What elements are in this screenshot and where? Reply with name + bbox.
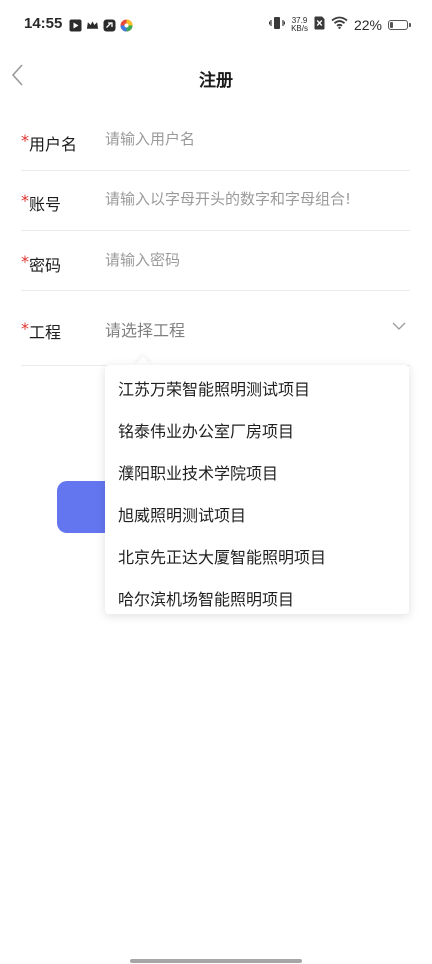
notification-icons: [69, 17, 133, 33]
vibrate-icon: [268, 16, 286, 35]
account-label: *账号: [21, 191, 62, 214]
battery-percent: 22%: [353, 17, 382, 33]
account-row: *账号: [21, 171, 410, 231]
dropdown-option[interactable]: 濮阳职业技术学院项目: [118, 456, 401, 492]
required-mark: *: [21, 131, 29, 150]
account-input[interactable]: [105, 190, 405, 208]
network-speed-unit: KB/s: [291, 24, 308, 33]
dropdown-option[interactable]: 江苏万荣智能照明测试项目: [118, 372, 401, 408]
project-label: *工程: [21, 319, 62, 342]
username-input[interactable]: [105, 130, 405, 148]
pinwheel-app-icon: [120, 19, 133, 32]
required-mark: *: [21, 191, 29, 210]
chevron-down-icon: [392, 322, 406, 330]
nav-bar: 注册: [0, 52, 432, 100]
dropdown-option[interactable]: 旭威照明测试项目: [118, 498, 401, 534]
network-speed: 37.9 KB/s: [291, 17, 308, 33]
project-select[interactable]: 请选择工程: [105, 313, 410, 343]
battery-level: [390, 22, 393, 28]
project-dropdown: 江苏万荣智能照明测试项目 铭泰伟业办公室厂房项目 濮阳职业技术学院项目 旭威照明…: [105, 365, 409, 614]
video-app-icon: [69, 19, 82, 32]
home-indicator[interactable]: [130, 959, 302, 963]
link-app-icon: [103, 19, 116, 32]
dropdown-option[interactable]: 北京先正达大厦智能照明项目: [118, 540, 401, 576]
required-mark: *: [21, 319, 29, 338]
status-bar: 14:55 37.9 KB/s 22%: [0, 0, 432, 52]
project-row: *工程 请选择工程: [21, 291, 410, 366]
password-row: *密码: [21, 231, 410, 291]
password-input[interactable]: [105, 251, 405, 269]
system-status: 37.9 KB/s 22%: [268, 14, 411, 36]
dropdown-option[interactable]: 铭泰伟业办公室厂房项目: [118, 414, 401, 450]
crown-app-icon: [86, 19, 99, 32]
username-label: *用户名: [21, 131, 78, 154]
status-time: 14:55: [24, 15, 63, 32]
page-title: 注册: [199, 71, 233, 91]
wifi-icon: [331, 16, 348, 34]
project-select-placeholder: 请选择工程: [105, 321, 186, 340]
battery-icon: [388, 20, 411, 30]
sim-disabled-icon: [314, 16, 325, 35]
required-mark: *: [21, 252, 29, 271]
username-row: *用户名: [21, 111, 410, 171]
password-label: *密码: [21, 252, 62, 275]
dropdown-option[interactable]: 哈尔滨机场智能照明项目: [118, 582, 401, 614]
